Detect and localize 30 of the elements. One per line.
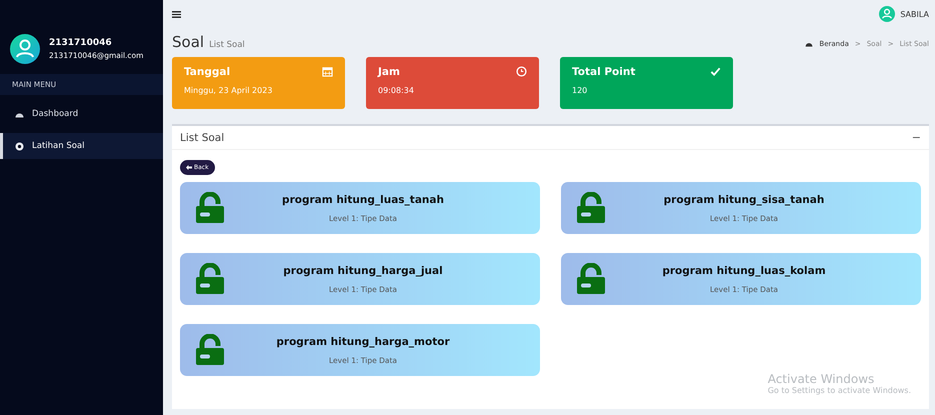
page-subtitle: List Soal — [209, 40, 245, 50]
sidebar-item[interactable]: Latihan Soal — [0, 133, 163, 159]
calendar-icon — [322, 66, 333, 77]
collapse-button[interactable]: − — [912, 131, 921, 144]
menu-icon[interactable] — [172, 10, 181, 18]
stat-value: Minggu, 23 April 2023 — [184, 86, 272, 95]
panel-title: List Soal — [180, 132, 224, 144]
clock-icon — [516, 66, 527, 77]
stat-title: Jam — [378, 66, 400, 78]
circle-icon — [15, 142, 24, 150]
activation-title: Activate Windows — [768, 372, 876, 386]
stat-value: 120 — [572, 86, 588, 95]
user-name[interactable]: SABILA — [900, 10, 929, 18]
dashboard-icon — [805, 41, 814, 47]
stat-title: Total Point — [572, 66, 636, 78]
page-title: Soal — [172, 33, 204, 51]
question-title: program hitung_luas_kolam — [662, 264, 826, 276]
user-id: 2131710046 — [49, 38, 113, 48]
arrow-left-icon — [186, 165, 192, 170]
activation-text: Go to Settings to activate Windows. — [768, 386, 911, 395]
stat-value: 09:08:34 — [378, 86, 414, 95]
question-title: program hitung_sisa_tanah — [664, 194, 824, 206]
check-icon — [710, 66, 721, 77]
question-title: program hitung_harga_jual — [283, 264, 443, 276]
question-title: program hitung_luas_tanah — [282, 194, 444, 206]
question-title: program hitung_harga_motor — [276, 336, 450, 348]
dashboard-icon — [15, 110, 24, 118]
stat-title: Tanggal — [184, 66, 230, 78]
sidebar-item[interactable]: Dashboard — [0, 101, 163, 127]
avatar-icon — [10, 34, 40, 64]
